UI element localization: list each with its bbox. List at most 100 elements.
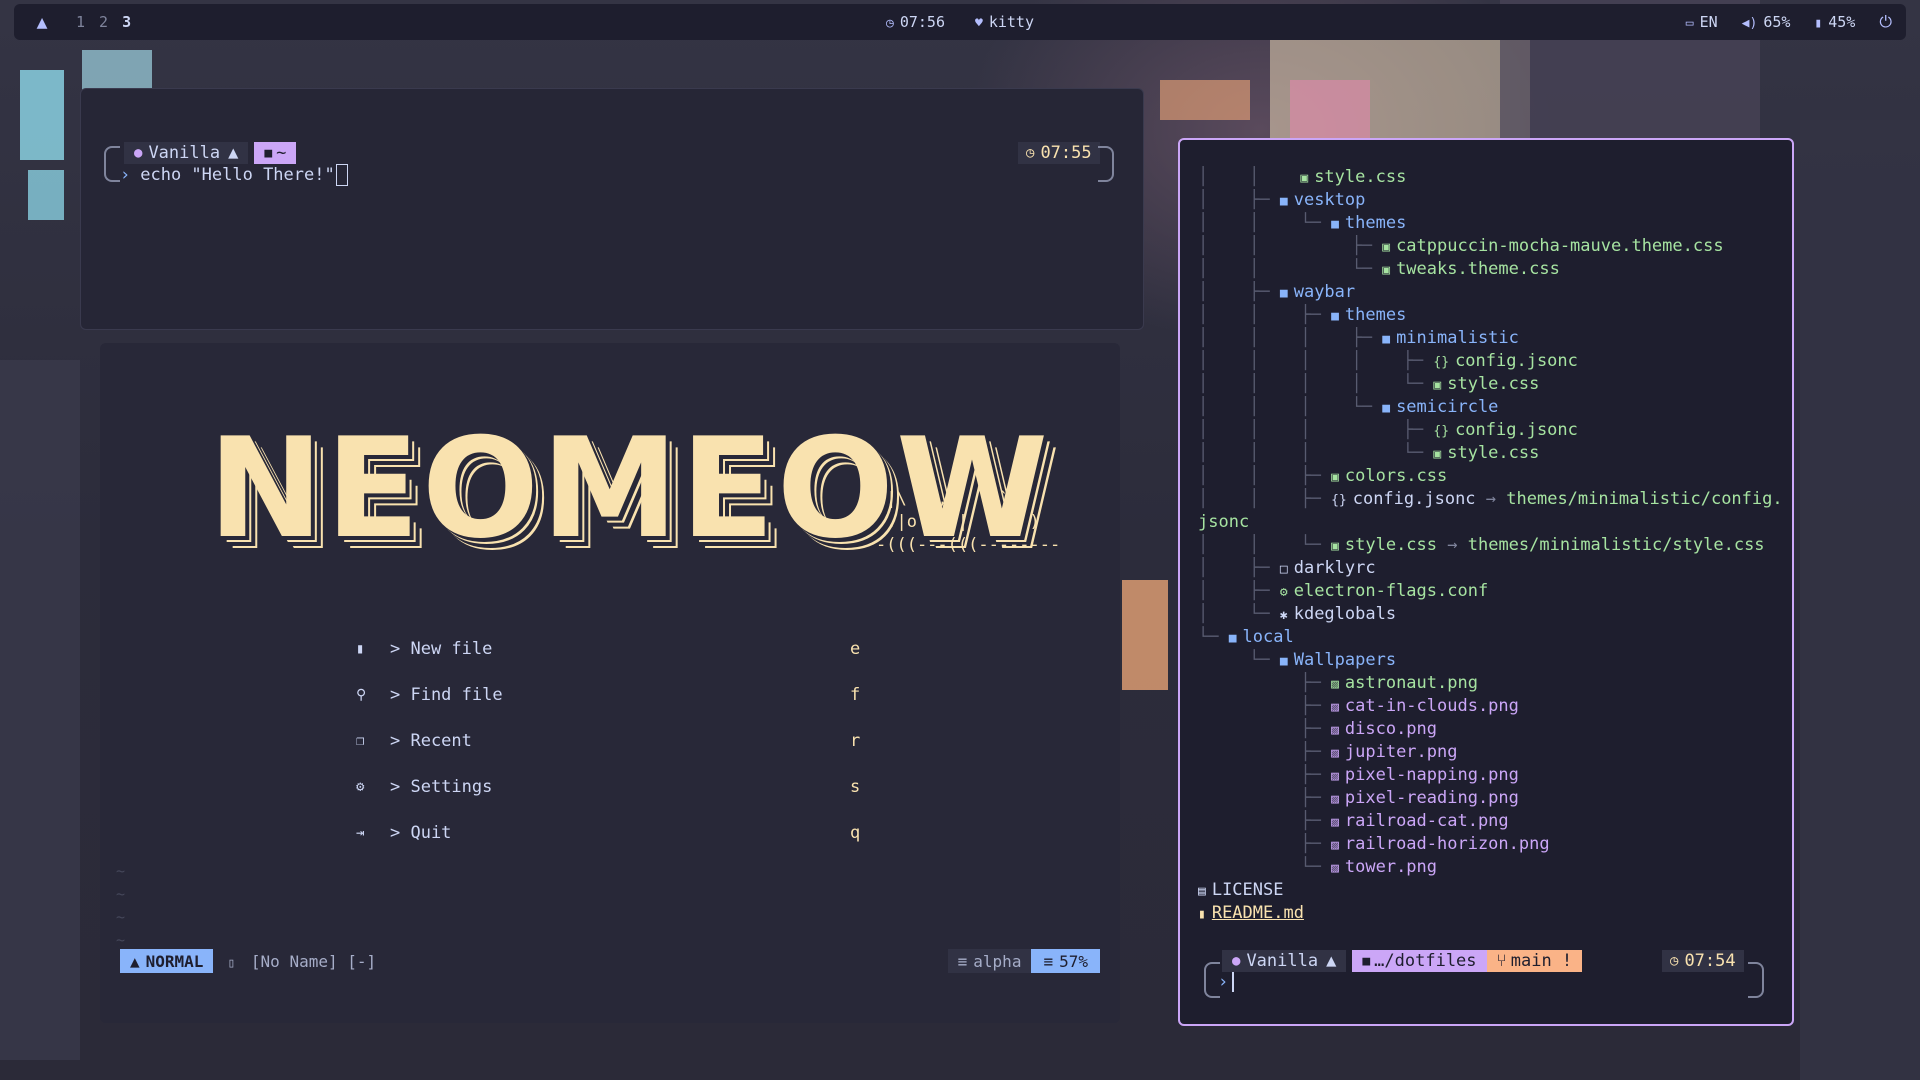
- menu-item-new-file[interactable]: ▮ > New file e: [356, 626, 866, 672]
- exit-icon: ⇥: [356, 825, 365, 841]
- menu-item-key: r: [850, 731, 861, 751]
- file-tree-entry-name: themes: [1344, 305, 1407, 325]
- gears-icon: ⚙: [356, 779, 365, 795]
- folder-icon: ■: [1362, 953, 1371, 969]
- buffer-name-label: [No Name] [-]: [250, 951, 377, 971]
- file-tree-row: │ ├─ ■ vesktop: [1198, 189, 1783, 212]
- tree-guide: │ │ └─: [1198, 213, 1332, 233]
- volume-value: 65%: [1763, 13, 1791, 31]
- file-tree: │ │ ▣ style.css │ ├─ ■ vesktop │ │ └─ ■ theme…: [1198, 166, 1783, 925]
- file-icon: {}: [1433, 424, 1450, 439]
- cat-icon: ♥: [975, 16, 983, 31]
- folder-icon: ■: [1279, 654, 1288, 669]
- menu-item-find-file[interactable]: ⚲ > Find file f: [356, 672, 866, 718]
- tree-guide: │ ├─: [1198, 558, 1280, 578]
- clock-icon: ◷: [886, 16, 894, 31]
- prompt-dir-segment: ■ …/dotfiles: [1352, 950, 1487, 972]
- terminal-prompt-top: ● Vanilla ▲ ■ ~: [124, 142, 297, 164]
- file-tree-row: └─ ■ local: [1198, 626, 1783, 649]
- wallpaper-pixel-blob: [1800, 120, 1920, 1080]
- top-bar: ▲ 1 2 3 ◷ 07:56 ♥ kitty ▭ EN ◀) 65% ▮ 45% ⏻: [14, 4, 1906, 40]
- wallpaper-pixel-blob: [0, 360, 80, 1060]
- prompt-user-segment: ● Vanilla ▲: [124, 142, 249, 164]
- workspace-1[interactable]: 1: [76, 13, 85, 31]
- git-branch-icon: ⑂: [1496, 951, 1507, 971]
- tree-guide: ├─: [1198, 696, 1332, 716]
- file-icon: ▣: [1382, 240, 1391, 255]
- prompt-time-segment: ◷ 07:54: [1662, 950, 1744, 972]
- arch-logo-icon[interactable]: ▲: [30, 10, 54, 34]
- file-tree-row: ├─ ▨ railroad-horizon.png: [1198, 833, 1783, 856]
- language-indicator[interactable]: ▭ EN: [1686, 13, 1718, 31]
- keyboard-icon: ▭: [1685, 16, 1694, 31]
- position-segment: ≡ 57%: [1031, 949, 1100, 973]
- folder-icon: ■: [1228, 631, 1237, 646]
- search-icon: ⚲: [356, 687, 367, 703]
- volume-indicator[interactable]: ◀) 65%: [1742, 13, 1791, 31]
- workspace-3[interactable]: 3: [122, 13, 131, 31]
- menu-item-quit[interactable]: ⇥ > Quit q: [356, 810, 866, 856]
- tree-guide: │ │: [1198, 167, 1301, 187]
- file-tree-row: │ └─ ✱ kdeglobals: [1198, 603, 1783, 626]
- file-tree-row: │ │ ├─ ■ themes: [1198, 304, 1783, 327]
- wallpaper-pixel-blob: [82, 50, 152, 90]
- folder-icon: ■: [264, 145, 273, 161]
- menu-item-recent[interactable]: ❐ > Recent r: [356, 718, 866, 764]
- menu-item-settings[interactable]: ⚙ > Settings s: [356, 764, 866, 810]
- file-tree-row: ▤ LICENSE: [1198, 879, 1783, 902]
- workspace-2[interactable]: 2: [99, 13, 108, 31]
- file-icon: ▣: [1433, 447, 1442, 462]
- terminal-prompt-right: ● Vanilla ▲ ■ …/dotfiles ⑂ main !: [1222, 950, 1583, 972]
- file-icon: ▨: [1331, 861, 1339, 876]
- folder-icon: ■: [1279, 194, 1288, 209]
- file-tree-row: ├─ ▨ cat-in-clouds.png: [1198, 695, 1783, 718]
- file-icon: ▮: [356, 641, 365, 657]
- tree-guide: │ ├─: [1198, 190, 1280, 210]
- terminal-window-top[interactable]: [80, 88, 1144, 330]
- tree-guide: │ │ └─: [1198, 535, 1332, 555]
- file-icon: □: [1279, 562, 1288, 577]
- terminal-command-line[interactable]: › echo "Hello There!": [120, 164, 348, 186]
- file-tree-row: │ │ │ │ └─ ▣ style.css: [1198, 373, 1783, 396]
- file-tree-row: ▮ README.md: [1198, 902, 1783, 925]
- file-icon: ▣: [1433, 378, 1442, 393]
- prompt-time-segment: ◷ 07:55: [1018, 142, 1100, 164]
- file-tree-row: │ │ │ ├─ {} config.jsonc: [1198, 419, 1783, 442]
- file-tree-entry-name: style.css: [1447, 374, 1540, 394]
- cat-ascii-art: |\ /,| (`\ .|o o | ) ) -(((---(((-------…: [876, 489, 1061, 555]
- tree-guide: ├─: [1198, 765, 1332, 785]
- power-icon[interactable]: ⏻: [1879, 12, 1892, 32]
- volume-icon: ◀): [1741, 16, 1758, 31]
- file-tree-row: └─ ■ Wallpapers: [1198, 649, 1783, 672]
- file-tree-entry-name: style.css: [1314, 167, 1407, 187]
- wallpaper-pixel-blob: [1122, 580, 1168, 690]
- tree-guide: │ │ │ │ ├─: [1198, 351, 1434, 371]
- file-tree-row: │ │ └─ ▣ style.css → themes/minimalistic/…: [1198, 534, 1783, 557]
- prompt-dir: ~: [276, 143, 287, 163]
- menu-item-label: > Find file: [390, 685, 503, 705]
- file-icon: ▮: [1198, 907, 1206, 922]
- tree-guide: │ ├─: [1198, 581, 1280, 601]
- terminal-input-line[interactable]: ›: [1218, 972, 1235, 992]
- empty-line-markers: ~ ~ ~ ~: [116, 862, 126, 949]
- file-tree-row: │ │ └─ ■ themes: [1198, 212, 1783, 235]
- wallpaper-pixel-blob: [1160, 80, 1250, 120]
- file-tree-row: ├─ ▨ jupiter.png: [1198, 741, 1783, 764]
- prompt-branch: main !: [1510, 951, 1573, 971]
- lines-icon: ≡: [957, 951, 968, 971]
- prompt-bracket-right: [1748, 962, 1764, 998]
- menu-item-key: f: [850, 685, 861, 705]
- clock[interactable]: ◷ 07:56: [886, 13, 945, 31]
- mode-label: NORMAL: [145, 951, 204, 971]
- battery-indicator[interactable]: ▮ 45%: [1814, 13, 1855, 31]
- prompt-dir: …/dotfiles: [1374, 951, 1477, 971]
- mode-indicator: ▲ NORMAL: [120, 949, 214, 973]
- wallpaper-pixel-blob: [1290, 80, 1370, 140]
- file-tree-entry-name: darklyrc: [1293, 558, 1376, 578]
- file-tree-entry-name: style.css: [1344, 535, 1438, 555]
- folder-icon: ■: [1382, 332, 1391, 347]
- user-icon: ●: [1232, 953, 1241, 969]
- copy-icon: ❐: [356, 733, 365, 749]
- neovim-statusline: ▲ NORMAL ▯ [No Name] [-] ≡ alpha ≡ 57%: [120, 949, 1100, 973]
- file-tree-entry-name: tower.png: [1344, 857, 1438, 877]
